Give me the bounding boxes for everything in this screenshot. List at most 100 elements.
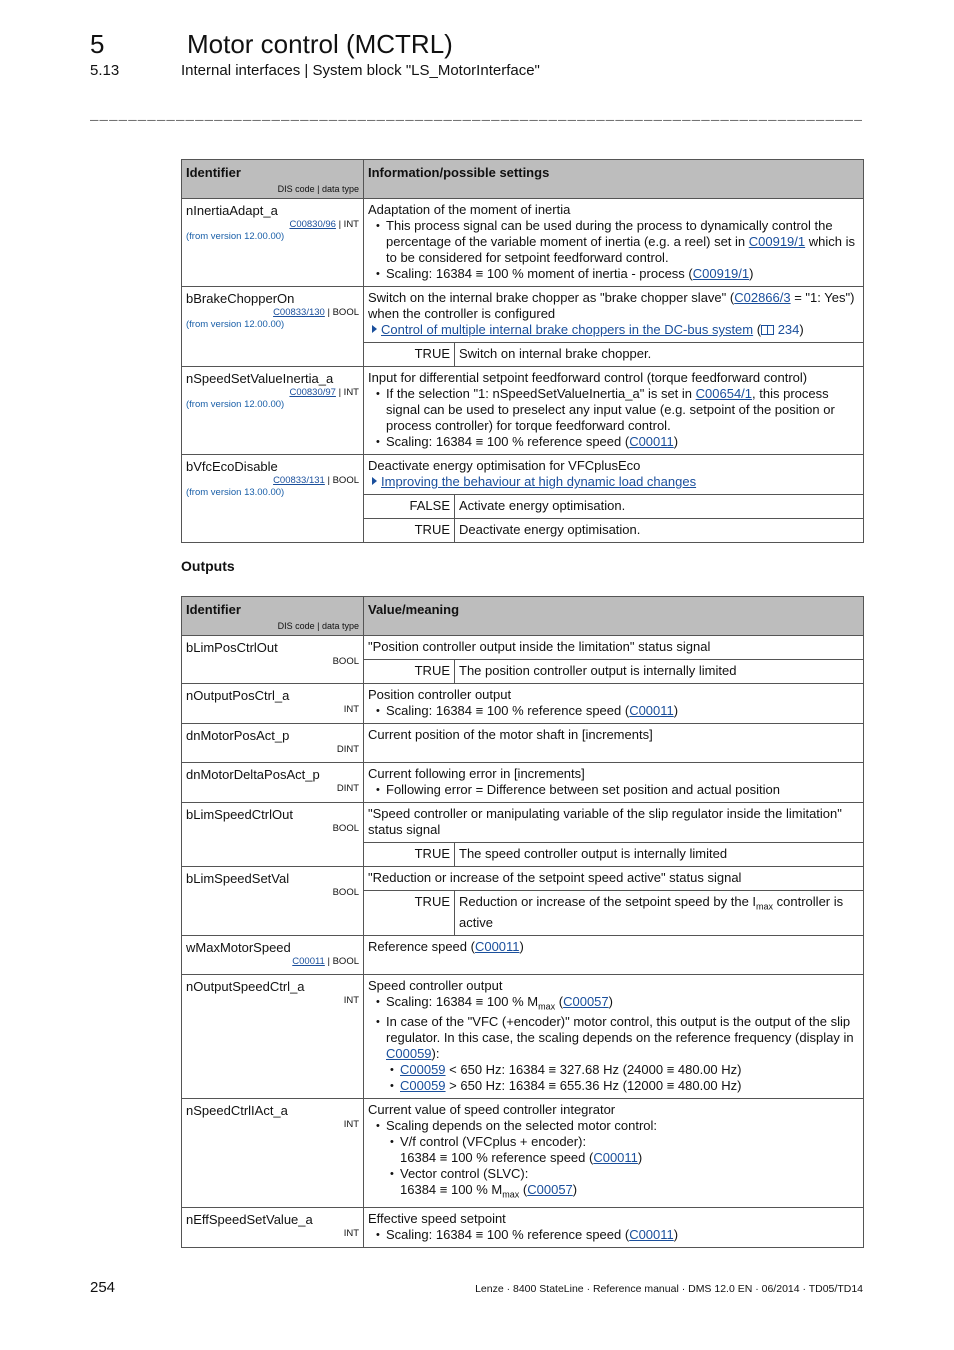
table-row: bBrakeChopperOn C00833/130 | BOOL (from … <box>181 286 864 367</box>
dis-code-link[interactable]: C00833/130 <box>273 307 325 318</box>
value-row: TRUE Deactivate energy optimisation. <box>364 518 863 542</box>
identifier-cell: bLimSpeedSetVal BOOL <box>181 866 364 936</box>
info-cell: Switch on the internal brake chopper as … <box>363 286 864 367</box>
outputs-heading: Outputs <box>181 558 235 574</box>
identifier-cell: nSpeedCtrlIAct_a INT <box>181 1098 364 1208</box>
code-link[interactable]: C02866/3 <box>734 290 790 305</box>
dis-code-link[interactable]: C00833/131 <box>273 475 325 486</box>
header-information: Information/possible settings <box>363 159 864 199</box>
cross-reference-link[interactable]: Control of multiple internal brake chopp… <box>381 322 753 337</box>
code-link[interactable]: C00011 <box>629 434 674 449</box>
version-note: (from version 12.00.00) <box>186 231 285 242</box>
identifier-cell: bBrakeChopperOn C00833/130 | BOOL (from … <box>181 286 364 367</box>
identifier-cell: bVfcEcoDisable C00833/131 | BOOL (from v… <box>181 454 364 543</box>
header-value: Value/meaning <box>363 596 864 636</box>
identifier-cell: bLimSpeedCtrlOut BOOL <box>181 802 364 867</box>
bullet-item: Scaling: 16384 ≡ 100 % Mmax (C00057) <box>376 994 859 1015</box>
inputs-table: Identifier DIS code | data type Informat… <box>181 159 864 543</box>
info-cell: Position controller output Scaling: 1638… <box>363 683 864 724</box>
info-cell: Adaptation of the moment of inertia This… <box>363 198 864 287</box>
code-link[interactable]: C00059 <box>400 1078 446 1093</box>
code-link[interactable]: C00919/1 <box>693 266 749 281</box>
bullet-item: Scaling depends on the selected motor co… <box>376 1118 859 1203</box>
header-identifier: Identifier DIS code | data type <box>181 596 364 636</box>
code-link[interactable]: C00011 <box>475 939 520 954</box>
table-row: wMaxMotorSpeed C00011 | BOOL Reference sp… <box>181 934 864 975</box>
bullet-item: Scaling: 16384 ≡ 100 % reference speed (… <box>376 434 859 450</box>
page-reference-link[interactable]: 234 <box>778 322 800 337</box>
page-number: 254 <box>90 1279 116 1296</box>
dis-code-link[interactable]: C00830/96 <box>289 219 335 230</box>
code-link[interactable]: C00059 <box>386 1046 432 1061</box>
info-cell: Current following error in [increments]F… <box>363 762 864 803</box>
arrow-right-icon <box>372 477 377 485</box>
table-row: bLimSpeedSetVal BOOL "Reduction or increa… <box>181 866 864 936</box>
code-link[interactable]: C00057 <box>563 994 609 1009</box>
chapter-number: 5 <box>90 29 105 59</box>
info-cell: Speed controller output Scaling: 16384 ≡… <box>363 973 864 1100</box>
sub-bullet-item: C00059 < 650 Hz: 16384 ≡ 327.68 Hz (2400… <box>390 1062 859 1078</box>
identifier-cell: nEffSpeedSetValue_a INT <box>181 1206 364 1248</box>
info-cell: Current value of speed controller integr… <box>363 1098 864 1208</box>
table-row: bLimPosCtrlOut BOOL "Position controller … <box>181 635 864 684</box>
code-link[interactable]: C00011 <box>593 1150 638 1165</box>
dis-code-link[interactable]: C00830/97 <box>289 387 335 398</box>
table-row: nOutputSpeedCtrl_a INT Speed controller o… <box>181 973 864 1100</box>
identifier-cell: bLimPosCtrlOut BOOL <box>181 635 364 684</box>
table-row: nSpeedSetValueInertia_a C00830/97 | INT … <box>181 366 864 455</box>
book-icon <box>761 325 775 335</box>
cross-reference-link[interactable]: Improving the behaviour at high dynamic … <box>381 474 696 489</box>
chapter-title: Motor control (MCTRL) <box>187 29 453 59</box>
info-cell: Effective speed setpoint Scaling: 16384 … <box>363 1206 864 1248</box>
info-cell: "Speed controller or manipulating variab… <box>363 802 864 867</box>
sub-bullet-item: C00059 > 650 Hz: 16384 ≡ 655.36 Hz (1200… <box>390 1078 859 1094</box>
table-row: nSpeedCtrlIAct_a INT Current value of spe… <box>181 1098 864 1208</box>
identifier-cell: nInertiaAdapt_a C00830/96 | INT (from ve… <box>181 198 364 287</box>
code-link[interactable]: C00057 <box>527 1182 573 1197</box>
outputs-table: Identifier DIS code | data type Value/me… <box>181 596 864 1248</box>
value-row: TRUE The speed controller output is inter… <box>364 842 863 866</box>
header-identifier: Identifier DIS code | data type <box>181 159 364 199</box>
version-note: (from version 12.00.00) <box>186 319 285 330</box>
table-row: nEffSpeedSetValue_a INT Effective speed s… <box>181 1206 864 1248</box>
identifier-cell: nOutputSpeedCtrl_a INT <box>181 973 364 1100</box>
bullet-item: Following error = Difference between set… <box>376 782 859 798</box>
identifier-cell: wMaxMotorSpeed C00011 | BOOL <box>181 934 364 975</box>
identifier-cell: nSpeedSetValueInertia_a C00830/97 | INT … <box>181 366 364 455</box>
dis-code-link[interactable]: C00011 <box>292 956 325 967</box>
sub-bullet-item: Vector control (SLVC):16384 ≡ 100 % Mmax… <box>390 1166 859 1203</box>
value-row: TRUE Switch on internal brake chopper. <box>364 342 863 366</box>
section-number: 5.13 <box>90 62 120 79</box>
table-row: bLimSpeedCtrlOut BOOL "Speed controller o… <box>181 802 864 867</box>
footer-text: Lenze · 8400 StateLine · Reference manua… <box>475 1283 863 1295</box>
info-cell: Deactivate energy optimisation for VFCpl… <box>363 454 864 543</box>
code-link[interactable]: C00654/1 <box>696 386 752 401</box>
sub-bullet-item: V/f control (VFCplus + encoder):16384 ≡ … <box>390 1134 859 1166</box>
code-link[interactable]: C00011 <box>629 703 674 718</box>
info-cell: Current position of the motor shaft in [… <box>363 723 864 763</box>
info-cell: "Reduction or increase of the setpoint s… <box>363 866 864 936</box>
identifier-cell: dnMotorPosAct_p DINT <box>181 723 364 763</box>
section-title: Internal interfaces | System block "LS_M… <box>181 62 540 79</box>
value-row: TRUE Reduction or increase of the setpoin… <box>364 890 863 935</box>
table-row: nOutputPosCtrl_a INT Position controller … <box>181 683 864 724</box>
arrow-right-icon <box>372 325 377 333</box>
info-cell: Input for differential setpoint feedforw… <box>363 366 864 455</box>
table-row: dnMotorDeltaPosAct_p DINT Current followi… <box>181 762 864 803</box>
code-link[interactable]: C00011 <box>629 1227 674 1242</box>
bullet-item: Scaling: 16384 ≡ 100 % reference speed (… <box>376 703 859 719</box>
bullet-item: In case of the "VFC (+encoder)" motor co… <box>376 1014 859 1094</box>
bullet-item: This process signal can be used during t… <box>376 218 859 266</box>
table-row: dnMotorPosAct_p DINT Current position of … <box>181 723 864 763</box>
bullet-item: Scaling: 16384 ≡ 100 % reference speed (… <box>376 1227 859 1243</box>
code-link[interactable]: C00919/1 <box>749 234 805 249</box>
identifier-cell: dnMotorDeltaPosAct_p DINT <box>181 762 364 803</box>
version-note: (from version 12.00.00) <box>186 399 285 410</box>
info-cell: Reference speed (C00011) <box>363 934 864 975</box>
header-divider: ________________________________________… <box>90 110 862 122</box>
info-cell: "Position controller output inside the l… <box>363 635 864 684</box>
identifier-cell: nOutputPosCtrl_a INT <box>181 683 364 724</box>
value-row: TRUE The position controller output is in… <box>364 659 863 683</box>
code-link[interactable]: C00059 <box>400 1062 446 1077</box>
bullet-item: If the selection "1: nSpeedSetValueInert… <box>376 386 859 434</box>
